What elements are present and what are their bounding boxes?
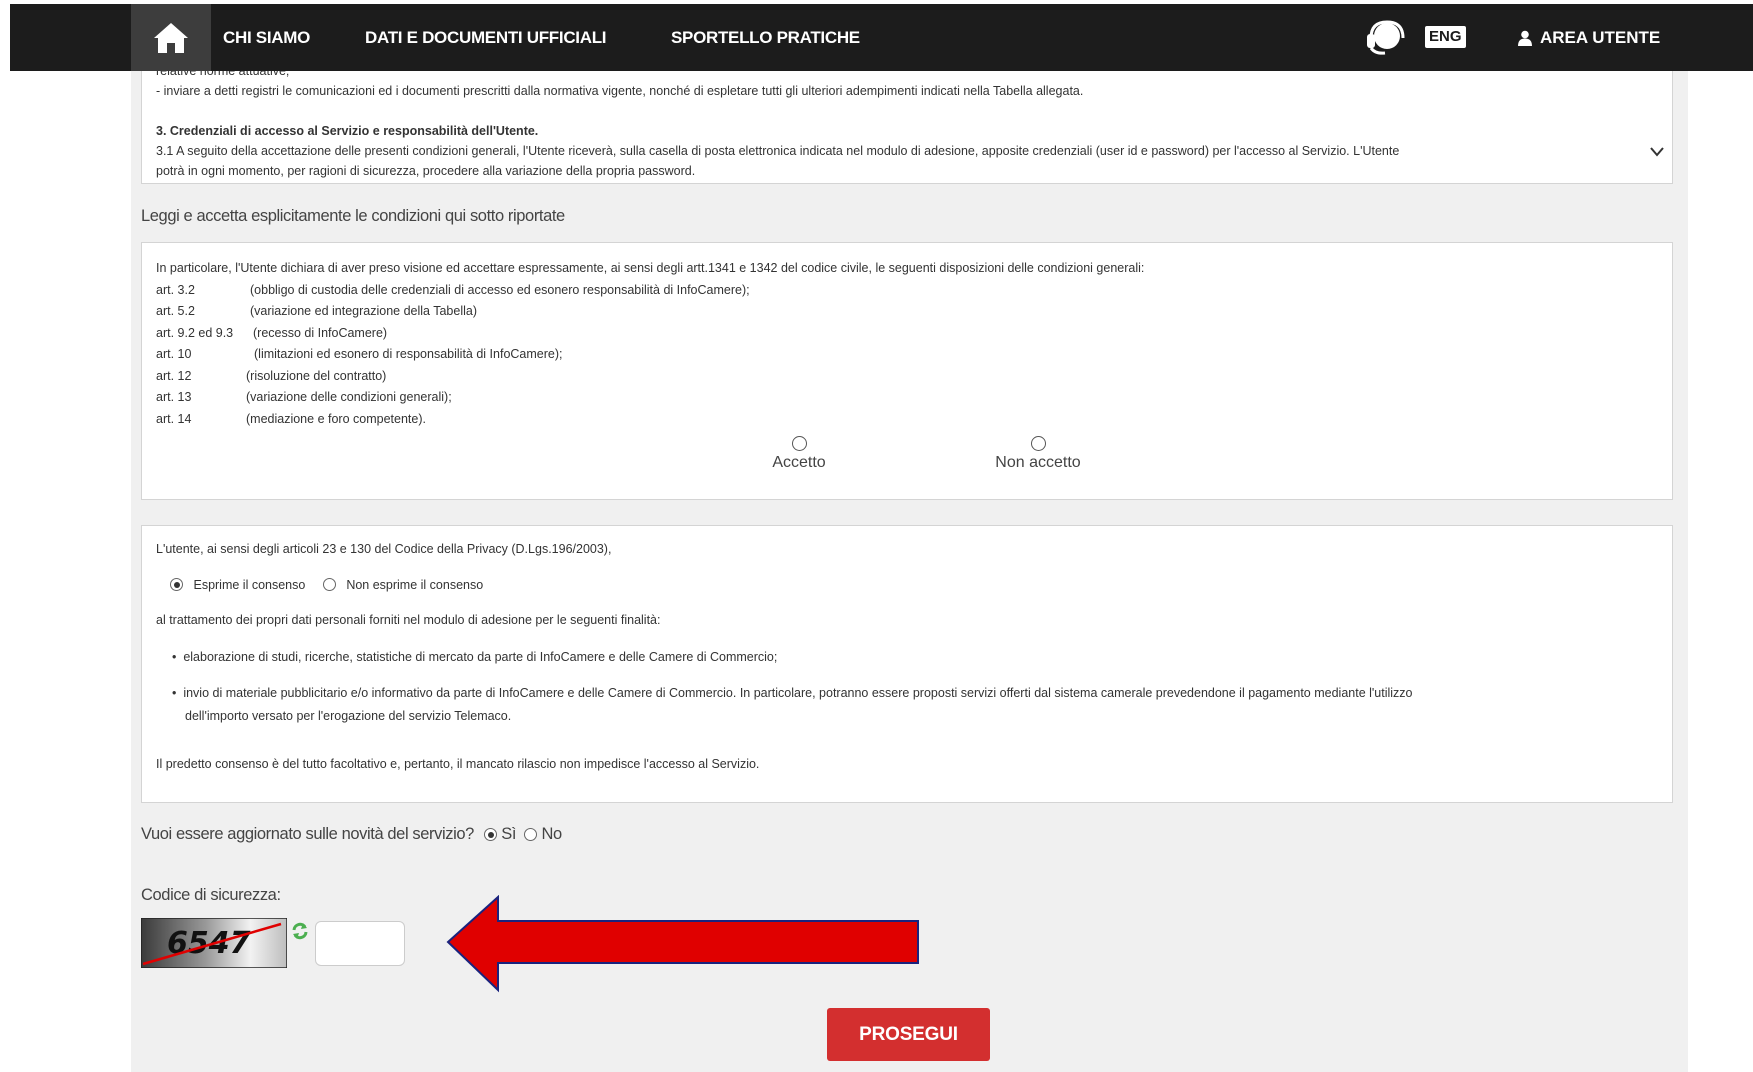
explicit-conditions-heading: Leggi e accetta esplicitamente le condiz… xyxy=(141,207,565,225)
security-code-label: Codice di sicurezza: xyxy=(141,886,281,904)
language-switch-eng[interactable]: ENG xyxy=(1425,26,1466,48)
article-number: art. 5.2 xyxy=(156,304,195,318)
chevron-down-icon[interactable] xyxy=(1650,147,1664,157)
nav-sportello-pratiche[interactable]: SPORTELLO PRATICHE xyxy=(671,4,860,71)
explicit-intro: In particolare, l'Utente dichiara di ave… xyxy=(156,261,1145,275)
updates-question: Vuoi essere aggiornato sulle novità del … xyxy=(141,825,474,843)
article-number: art. 14 xyxy=(156,411,192,426)
consent-no-label: Non esprime il consenso xyxy=(346,578,484,592)
consent-footer: Il predetto consenso è del tutto facolta… xyxy=(156,757,760,771)
article-description: (obbligo di custodia delle credenziali d… xyxy=(250,282,750,297)
article-row: art. 10 (limitazioni ed esonero di respon… xyxy=(156,344,1144,366)
article-description: (variazione ed integrazione della Tabell… xyxy=(250,304,477,318)
article-number: art. 12 xyxy=(156,368,192,383)
captcha-text: 6547 xyxy=(167,926,251,961)
conditions-scroll-box[interactable]: relative norme attuative; - inviare a de… xyxy=(141,71,1673,184)
article-number: art. 9.2 ed 9.3 xyxy=(156,325,234,340)
accept-radio[interactable] xyxy=(791,436,807,451)
article-description: (mediazione e foro competente). xyxy=(246,411,426,426)
conditions-heading: 3. Credenziali di accesso al Servizio e … xyxy=(156,124,539,138)
article-row: art. 3.2 (obbligo di custodia delle crede… xyxy=(156,280,1144,302)
article-number: art. 3.2 xyxy=(156,282,195,297)
area-utente-link[interactable]: AREA UTENTE xyxy=(1518,4,1660,71)
article-row: art. 12 (risoluzione del contratto) xyxy=(156,366,1144,388)
consent-radio-group: Esprime il consenso Non esprime il conse… xyxy=(170,578,483,592)
article-row: art. 9.2 ed 9.3 (recesso di InfoCamere) xyxy=(156,323,1144,345)
purpose-intro: al trattamento dei propri dati personali… xyxy=(156,613,661,627)
top-navbar: CHI SIAMO DATI E DOCUMENTI UFFICIALI SPO… xyxy=(10,4,1753,71)
red-arrow-annotation xyxy=(446,895,919,993)
conditions-line: - inviare a detti registri le comunicazi… xyxy=(156,84,1084,98)
updates-yes-label: Sì xyxy=(501,825,517,843)
privacy-intro: L'utente, ai sensi degli articoli 23 e 1… xyxy=(156,542,612,556)
home-button[interactable] xyxy=(131,4,211,71)
updates-question-row: Vuoi essere aggiornato sulle novità del … xyxy=(141,825,562,844)
article-description: (risoluzione del contratto) xyxy=(246,368,387,383)
consent-yes-radio[interactable] xyxy=(170,578,183,591)
prosegui-button[interactable]: PROSEGUI xyxy=(827,1008,990,1061)
explicit-conditions-box: In particolare, l'Utente dichiara di ave… xyxy=(141,242,1673,500)
nav-dati-documenti[interactable]: DATI E DOCUMENTI UFFICIALI xyxy=(365,4,607,71)
reject-radio[interactable] xyxy=(1030,436,1046,451)
purpose-bullet-continuation: dell'importo versato per l'erogazione de… xyxy=(185,709,512,723)
help-button[interactable] xyxy=(1361,18,1407,61)
updates-no-label: No xyxy=(541,825,562,843)
article-number: art. 13 xyxy=(156,390,192,404)
article-description: (variazione delle condizioni generali); xyxy=(246,390,452,404)
consent-yes-label: Esprime il consenso xyxy=(193,578,306,592)
conditions-line xyxy=(156,101,1632,121)
article-description: (recesso di InfoCamere) xyxy=(253,325,388,340)
accept-option[interactable]: Accetto xyxy=(749,436,849,472)
home-icon xyxy=(154,22,188,53)
purpose-bullet: • elaborazione di studi, ricerche, stati… xyxy=(172,650,778,664)
reject-label: Non accetto xyxy=(995,454,1081,471)
article-description: (limitazioni ed esonero di responsabilit… xyxy=(254,347,563,361)
conditions-line: relative norme attuative; xyxy=(156,71,290,78)
purpose-bullet: • invio di materiale pubblicitario e/o i… xyxy=(172,686,1413,700)
headset-icon xyxy=(1367,20,1405,55)
updates-no-radio[interactable] xyxy=(524,828,538,841)
purpose-bullet-text: elaborazione di studi, ricerche, statist… xyxy=(183,650,778,664)
updates-yes-radio[interactable] xyxy=(484,828,498,841)
conditions-line: potrà in ogni momento, per ragioni di si… xyxy=(156,164,696,178)
user-icon xyxy=(1518,30,1532,46)
article-row: art. 5.2 (variazione ed integrazione dell… xyxy=(156,301,1144,323)
article-row: art. 13 (variazione delle condizioni gene… xyxy=(156,387,1144,409)
accept-label: Accetto xyxy=(772,454,826,471)
area-utente-label: AREA UTENTE xyxy=(1540,28,1661,47)
article-row: art. 14 (mediazione e foro competente). xyxy=(156,409,1144,431)
nav-chi-siamo[interactable]: CHI SIAMO xyxy=(223,4,310,71)
page-margin xyxy=(1688,71,1753,1072)
purpose-bullet-text: invio di materiale pubblicitario e/o inf… xyxy=(183,686,1413,700)
refresh-icon[interactable] xyxy=(291,922,309,940)
reject-option[interactable]: Non accetto xyxy=(978,436,1098,472)
captcha-image: 6547 xyxy=(140,917,288,969)
article-number: art. 10 xyxy=(156,347,192,361)
privacy-consent-box: L'utente, ai sensi degli articoli 23 e 1… xyxy=(141,525,1673,803)
conditions-line: 3.1 A seguito della accettazione delle p… xyxy=(156,144,1400,158)
consent-no-radio[interactable] xyxy=(322,578,336,591)
captcha-input[interactable] xyxy=(315,921,405,966)
